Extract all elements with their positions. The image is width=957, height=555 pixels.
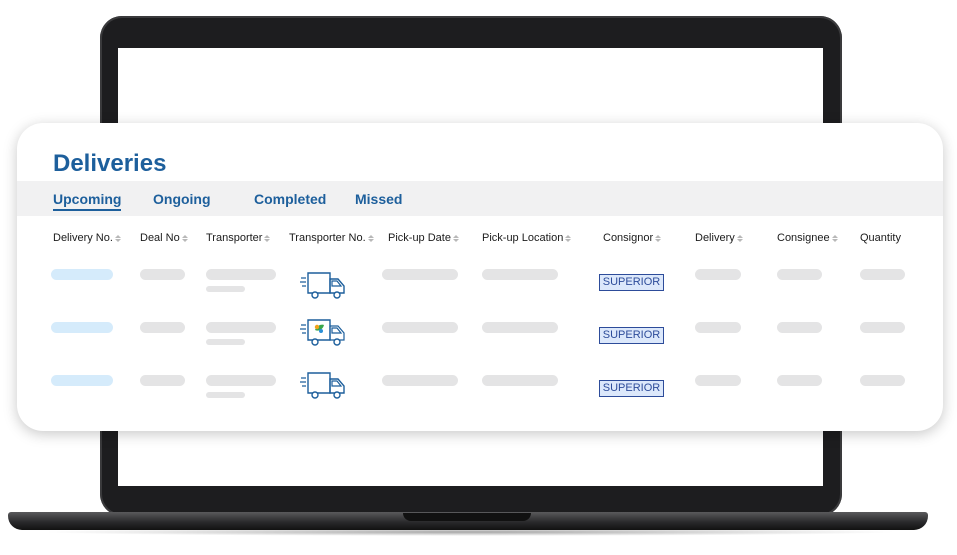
column-header-delivery-no[interactable]: Delivery No. (53, 232, 121, 244)
page-title: Deliveries (53, 150, 167, 177)
quantity-placeholder (860, 375, 905, 386)
table-row[interactable]: SUPERIOR (17, 269, 943, 313)
column-header-pickup-location[interactable]: Pick-up Location (482, 232, 571, 244)
deal-no-placeholder (140, 322, 185, 333)
tab-upcoming[interactable]: Upcoming (53, 191, 122, 211)
column-header-consignee[interactable]: Consignee (777, 232, 838, 244)
delivery-no-placeholder (51, 322, 113, 333)
column-header-quantity[interactable]: Quantity (860, 232, 901, 244)
column-header-consignor[interactable]: Consignor (603, 232, 661, 244)
transporter-placeholder (206, 269, 276, 280)
table-row[interactable]: SUPERIOR (17, 372, 943, 419)
sort-icon[interactable] (565, 235, 571, 242)
deliveries-card: Deliveries Upcoming Ongoing Completed Mi… (17, 123, 943, 431)
column-header-transporter-no[interactable]: Transporter No. (289, 232, 374, 244)
column-header-deal-no[interactable]: Deal No (140, 232, 188, 244)
table-row[interactable]: SUPERIOR (17, 319, 943, 366)
consignee-placeholder (777, 269, 822, 280)
pickup-location-placeholder (482, 322, 558, 333)
sort-icon[interactable] (115, 235, 121, 242)
column-label: Transporter (206, 232, 263, 244)
column-label: Pick-up Location (482, 232, 564, 244)
transporter-subline-placeholder (206, 286, 245, 292)
tab-completed[interactable]: Completed (254, 191, 326, 207)
transporter-subline-placeholder (206, 339, 245, 345)
consignee-placeholder (777, 322, 822, 333)
transporter-placeholder (206, 375, 276, 386)
pickup-location-placeholder (482, 375, 558, 386)
delivery-placeholder (695, 322, 741, 333)
consignor-badge: SUPERIOR (599, 380, 664, 397)
consignee-placeholder (777, 375, 822, 386)
consignor-badge: SUPERIOR (599, 274, 664, 291)
sort-icon[interactable] (832, 235, 838, 242)
delivery-no-placeholder (51, 375, 113, 386)
column-label: Deal No (140, 232, 180, 244)
column-header-transporter[interactable]: Transporter (206, 232, 270, 244)
truck-icon (300, 272, 345, 299)
sort-icon[interactable] (737, 235, 743, 242)
delivery-no-placeholder (51, 269, 113, 280)
deal-no-placeholder (140, 269, 185, 280)
column-header-delivery[interactable]: Delivery (695, 232, 743, 244)
quantity-placeholder (860, 269, 905, 280)
column-label: Consignor (603, 232, 654, 244)
deal-no-placeholder (140, 375, 185, 386)
delivery-placeholder (695, 269, 741, 280)
sort-icon[interactable] (264, 235, 270, 242)
column-label: Pick-up Date (388, 232, 451, 244)
transporter-placeholder (206, 322, 276, 333)
sort-icon[interactable] (368, 235, 374, 242)
laptop-notch (403, 513, 531, 521)
column-label: Delivery No. (53, 232, 113, 244)
tab-bar: Upcoming Ongoing Completed Missed (17, 181, 943, 216)
sort-icon[interactable] (453, 235, 459, 242)
sort-icon[interactable] (655, 235, 661, 242)
truck-icon (300, 372, 345, 399)
column-label: Quantity (860, 232, 901, 244)
pickup-date-placeholder (382, 322, 458, 333)
column-label: Consignee (777, 232, 830, 244)
tab-ongoing[interactable]: Ongoing (153, 191, 211, 207)
column-header-pickup-date[interactable]: Pick-up Date (388, 232, 459, 244)
pickup-date-placeholder (382, 269, 458, 280)
column-label: Delivery (695, 232, 735, 244)
pickup-location-placeholder (482, 269, 558, 280)
sort-icon[interactable] (182, 235, 188, 242)
tab-missed[interactable]: Missed (355, 191, 402, 207)
quantity-placeholder (860, 322, 905, 333)
column-label: Transporter No. (289, 232, 366, 244)
truck-icon-with-leaf (300, 319, 345, 346)
consignor-badge: SUPERIOR (599, 327, 664, 344)
pickup-date-placeholder (382, 375, 458, 386)
delivery-placeholder (695, 375, 741, 386)
transporter-subline-placeholder (206, 392, 245, 398)
